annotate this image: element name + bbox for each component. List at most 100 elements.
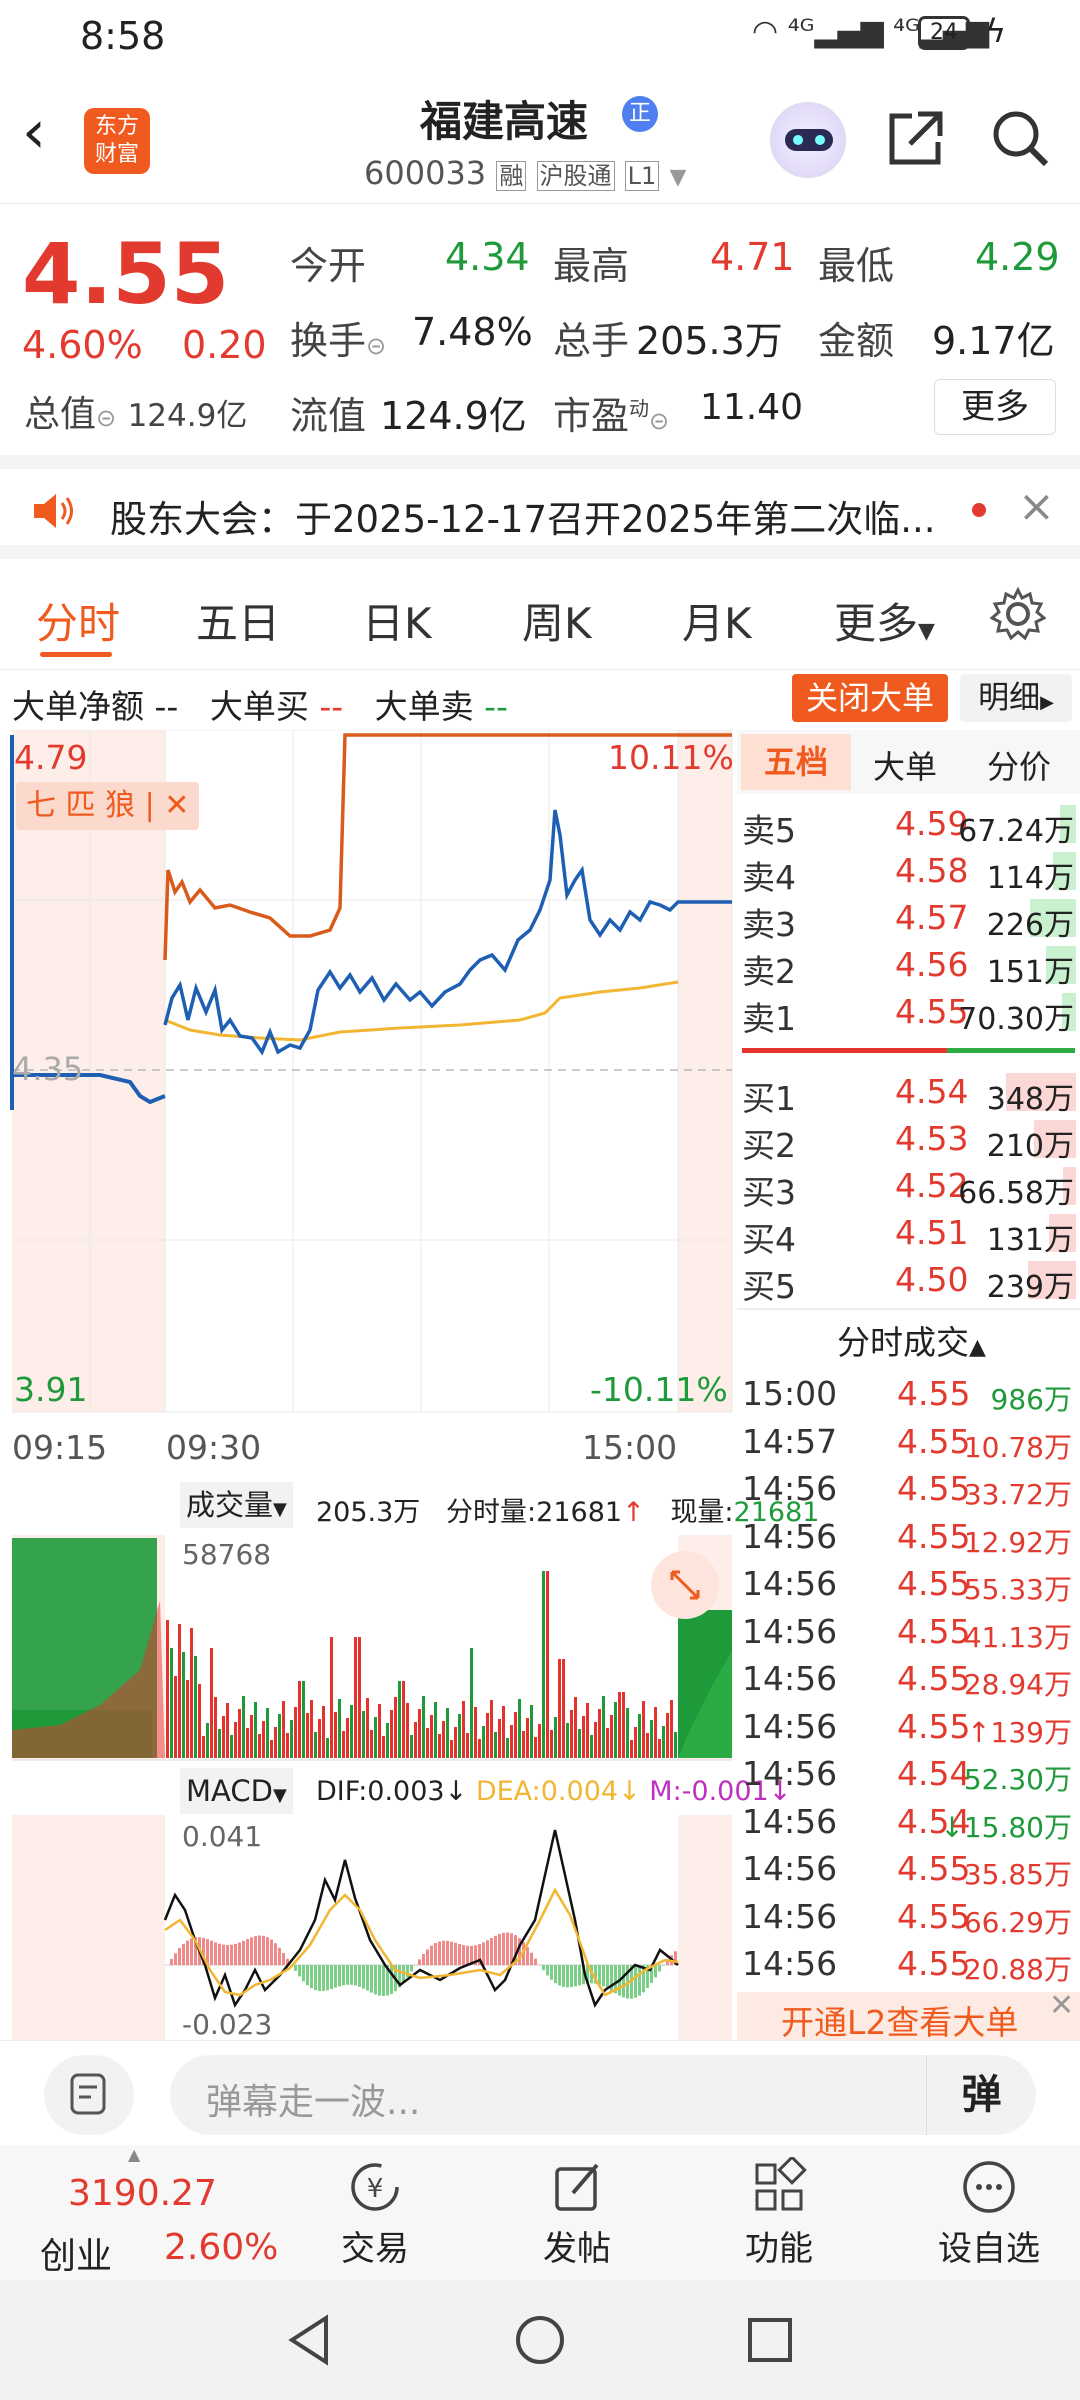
macd-bar [234, 1943, 237, 1965]
tab-big-order[interactable]: 大单 [873, 742, 937, 788]
announcement-bar[interactable]: 股东大会：于2025-12-17召开2025年第二次临... × [0, 455, 1080, 559]
trade-price: 4.54 [897, 1754, 971, 1793]
info-icon[interactable]: ⊝ [649, 407, 669, 435]
app-logo[interactable]: 东方 财富 [84, 108, 150, 174]
tab-functions[interactable]: 功能 [724, 2155, 834, 2277]
nav-recents-icon[interactable] [740, 2310, 800, 2370]
tab-trade[interactable]: ¥ 交易 [320, 2157, 430, 2277]
macd-bar [218, 1943, 221, 1965]
close-icon[interactable]: ✕ [1049, 1988, 1074, 2023]
net-value: -- [154, 687, 179, 726]
danmu-toggle-button[interactable]: 弹 [926, 2055, 1036, 2135]
level-price: 4.58 [895, 851, 969, 890]
chart-tabs: 分时 五日 日K 周K 月K 更多▼ [0, 560, 1080, 670]
trade-row: 14:56 4.55 ↑139万 [737, 1705, 1080, 1753]
volume-selector[interactable]: 成交量▼ [180, 1482, 293, 1528]
more-button[interactable]: 更多 [934, 379, 1056, 435]
nav-back-icon[interactable] [280, 2310, 340, 2370]
macd-bar [278, 1947, 281, 1965]
stock-code-line: 600033 融 沪股通 L1 ▼ [364, 154, 686, 192]
danmu-input[interactable]: 弹幕走一波... 弹 [170, 2055, 1036, 2135]
trades-title[interactable]: 分时成交▲ [837, 1316, 986, 1364]
time-label-start: 09:15 [12, 1428, 108, 1467]
volume-bar [542, 1571, 545, 1758]
bid-row[interactable]: 买2 4.53 210万 [737, 1115, 1080, 1165]
volume-bar [454, 1727, 457, 1758]
index-ticker[interactable]: ▲ 3190.27 创业 2.60% [0, 2145, 278, 2280]
trade-price: 4.55 [897, 1516, 971, 1556]
change-amount: 0.20 [182, 323, 267, 367]
nav-home-icon[interactable] [510, 2310, 570, 2370]
tab-price-dist[interactable]: 分价 [987, 742, 1051, 788]
tab-monthly-k[interactable]: 月K [682, 590, 752, 651]
back-icon[interactable]: ‹ [22, 102, 46, 162]
level-label: 卖2 [742, 952, 796, 991]
close-icon[interactable]: × [1018, 481, 1055, 532]
intraday-chart-area[interactable]: 4.79 10.11% 七 匹 狼 | ✕ 4.35 3.91 -10.11% … [0, 730, 819, 2041]
detail-button[interactable]: 明细▶ [960, 674, 1072, 722]
volume-bar [230, 1735, 233, 1758]
volume-bar [594, 1722, 597, 1758]
close-icon[interactable]: ✕ [164, 788, 189, 823]
search-icon[interactable] [988, 106, 1052, 170]
tab-more[interactable]: 更多▼ [834, 590, 935, 651]
amount-value: 9.17亿 [932, 319, 1055, 363]
indicator-tag[interactable]: 七 匹 狼 | ✕ [16, 782, 200, 830]
level-label: 卖1 [742, 999, 796, 1038]
macd-bar [442, 1940, 445, 1965]
robot-assistant-icon[interactable] [770, 102, 846, 178]
volume-bar [626, 1708, 629, 1758]
volume-bar [618, 1692, 621, 1758]
tab-weekly-k[interactable]: 周K [522, 590, 592, 651]
pe-sup: 动 [629, 396, 650, 421]
ask-row[interactable]: 卖1 4.55 70.30万 [737, 988, 1080, 1038]
tab-intraday[interactable]: 分时 [36, 590, 120, 651]
macd-bar [486, 1940, 489, 1965]
l2-banner[interactable]: 开通L2查看大单 ✕ [737, 1988, 1080, 2042]
tab-five-day[interactable]: 五日 [196, 590, 280, 651]
stock-code: 600033 [364, 154, 487, 192]
trade-row: 14:56 4.55 66.29万 [737, 1895, 1080, 1943]
ask-bid-ratio-green [947, 1048, 1075, 1053]
level-volume: 131万 [986, 1223, 1074, 1258]
macd-bar [498, 1933, 501, 1965]
bid-row[interactable]: 买5 4.50 239万 [737, 1256, 1080, 1306]
trade-time: 15:00 [742, 1374, 838, 1413]
tab-post[interactable]: 发帖 [522, 2157, 632, 2277]
info-icon[interactable]: ⊝ [96, 404, 116, 432]
macd-bar [438, 1941, 441, 1965]
tab-five-level[interactable]: 五档 [741, 734, 851, 790]
ask-row[interactable]: 卖5 4.59 67.24万 [737, 800, 1080, 850]
macd-bar [546, 1965, 549, 1976]
tab-daily-k[interactable]: 日K [362, 590, 432, 651]
open-value: 4.34 [445, 235, 530, 279]
volume-bar [314, 1732, 317, 1758]
pe-label-wrap: 市盈动⊝ [553, 385, 669, 440]
ask-row[interactable]: 卖2 4.56 151万 [737, 941, 1080, 991]
dropdown-icon[interactable]: ▼ [669, 165, 686, 190]
info-icon[interactable]: ⊝ [366, 332, 386, 360]
bottom-tab-bar: ▲ 3190.27 创业 2.60% ¥ 交易 发帖 功能 设自选 [0, 2145, 1080, 2280]
trade-row: 14:56 4.54 52.30万 [737, 1752, 1080, 1800]
macd-bar [430, 1945, 433, 1965]
dif-value: DIF:0.003 [316, 1776, 445, 1807]
settings-gear-icon[interactable] [990, 586, 1046, 642]
macd-bar [302, 1965, 305, 1982]
macd-selector[interactable]: MACD▼ [180, 1768, 293, 1814]
tab-add-watchlist[interactable]: 设自选 [924, 2157, 1054, 2277]
volume-bar [282, 1701, 285, 1758]
danmu-settings-button[interactable] [44, 2055, 134, 2135]
ask-row[interactable]: 卖4 4.58 114万 [737, 847, 1080, 897]
pct-max-label: 10.11% [608, 738, 734, 777]
volume-bar [526, 1718, 529, 1758]
share-icon[interactable] [884, 106, 948, 170]
close-big-order-button[interactable]: 关闭大单 [792, 674, 948, 722]
ask-row[interactable]: 卖3 4.57 226万 [737, 894, 1080, 944]
macd-bar [358, 1965, 361, 1987]
bid-row[interactable]: 买1 4.54 348万 [737, 1068, 1080, 1118]
bid-row[interactable]: 买4 4.51 131万 [737, 1209, 1080, 1259]
trade-row: 14:56 4.55 41.13万 [737, 1610, 1080, 1658]
volume-bar [658, 1739, 661, 1758]
up-arrow-icon: ↑ [622, 1497, 645, 1528]
bid-row[interactable]: 买3 4.52 66.58万 [737, 1162, 1080, 1212]
